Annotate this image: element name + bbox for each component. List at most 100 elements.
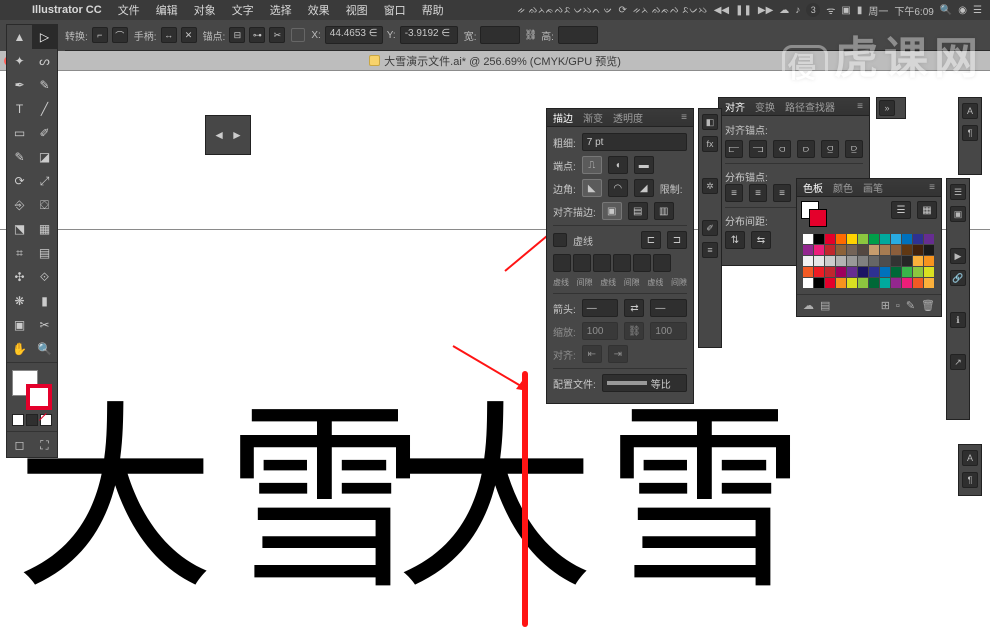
swatch-cell[interactable] [891, 234, 901, 244]
menu-view[interactable]: 视图 [338, 2, 376, 18]
tray-badge[interactable]: 3 [806, 3, 820, 17]
anchor-cut-icon[interactable]: ✂ [269, 27, 285, 43]
swatch-cell[interactable] [880, 245, 890, 255]
swatch-cell[interactable] [825, 234, 835, 244]
align-inside-icon[interactable]: ▤ [628, 202, 648, 220]
type-tool[interactable]: T [7, 97, 32, 121]
menu-type[interactable]: 文字 [224, 2, 262, 18]
swatch-cell[interactable] [869, 278, 879, 288]
draw-normal-icon[interactable]: ◻ [7, 433, 32, 457]
dash-preserve-icon[interactable]: ⊏ [641, 231, 661, 249]
swatch-cell[interactable] [913, 245, 923, 255]
tab-opacity[interactable]: 透明度 [613, 110, 643, 125]
swatch-cell[interactable] [858, 234, 868, 244]
perspective-tool[interactable]: ▦ [32, 217, 57, 241]
swatch-cell[interactable] [847, 245, 857, 255]
swatch-cell[interactable] [880, 278, 890, 288]
stroke-swatch[interactable] [26, 384, 52, 410]
tray-spotlight-icon[interactable]: 🔍 [940, 5, 952, 16]
align-right-icon[interactable]: ⫏ [773, 140, 791, 158]
dash-1[interactable] [553, 254, 571, 272]
dock-ico-actions[interactable]: ▶ [950, 248, 966, 264]
cap-proj-icon[interactable]: ▬ [634, 156, 654, 174]
menu-select[interactable]: 选择 [262, 2, 300, 18]
swatch-cell[interactable] [902, 234, 912, 244]
swatch-cell[interactable] [924, 234, 934, 244]
scale-link-icon[interactable]: ⛓ [624, 322, 644, 340]
swatch-cell[interactable] [880, 234, 890, 244]
swatch-cell[interactable] [924, 267, 934, 277]
rotate-tool[interactable]: ⟳ [7, 169, 32, 193]
symbol-sprayer-tool[interactable]: ❋ [7, 289, 32, 313]
dist-bottom-icon[interactable]: ≡ [773, 184, 791, 202]
dock-ico-char2[interactable]: A [962, 450, 978, 466]
tray-battery-icon[interactable]: ▮ [857, 5, 863, 16]
column-graph-tool[interactable]: ▮ [32, 289, 57, 313]
shape-builder-tool[interactable]: ⬔ [7, 217, 32, 241]
cap-round-icon[interactable]: ◖ [608, 156, 628, 174]
edit-swatch-icon[interactable]: ✎ [906, 299, 915, 312]
menu-edit[interactable]: 编辑 [148, 2, 186, 18]
swatch-fill-stroke[interactable] [801, 201, 827, 227]
swatch-cell[interactable] [891, 256, 901, 266]
align-center-icon[interactable]: ▣ [602, 202, 622, 220]
tray-next-icon[interactable]: ▶▶ [758, 5, 773, 16]
swatch-cell[interactable] [891, 245, 901, 255]
color-mode-icon[interactable] [12, 414, 24, 426]
tray-siri-icon[interactable]: ◉ [958, 5, 967, 16]
swatch-cell[interactable] [869, 267, 879, 277]
dist-vcenter-icon[interactable]: ≡ [749, 184, 767, 202]
panel-menu-icon[interactable]: ≡ [929, 182, 935, 193]
align-hcenter-icon[interactable]: ⫎ [749, 140, 767, 158]
fill-stroke-indicator[interactable] [12, 370, 52, 410]
dash-checkbox[interactable] [553, 233, 567, 247]
new-group-icon[interactable]: ⊞ [881, 299, 890, 312]
tray-prev-icon[interactable]: ◀◀ [714, 5, 729, 16]
gradient-mode-icon[interactable] [26, 414, 38, 426]
mini-arrow-right-icon[interactable]: ► [231, 128, 243, 142]
menu-help[interactable]: 帮助 [414, 2, 452, 18]
swatch-cell[interactable] [869, 234, 879, 244]
lasso-tool[interactable]: ᔕ [32, 49, 57, 73]
eraser-tool[interactable]: ◪ [32, 145, 57, 169]
link-wh-icon[interactable]: ⛓ [524, 30, 537, 41]
swatch-cell[interactable] [902, 256, 912, 266]
swatch-cell[interactable] [825, 278, 835, 288]
panel-menu-icon[interactable]: ≡ [681, 112, 687, 123]
swatch-grid[interactable] [801, 232, 937, 290]
align-vcenter-icon[interactable]: ⫑ [821, 140, 839, 158]
corner-miter-icon[interactable]: ◣ [582, 179, 602, 197]
rectangle-tool[interactable]: ▭ [7, 121, 32, 145]
swatch-cell[interactable] [902, 267, 912, 277]
dock-ico-appearance[interactable]: ◧ [702, 114, 718, 130]
swatch-cell[interactable] [880, 267, 890, 277]
arrow-end[interactable]: — [650, 299, 687, 317]
swatch-cell[interactable] [902, 245, 912, 255]
h-field[interactable] [558, 26, 598, 44]
swatch-cell[interactable] [858, 267, 868, 277]
free-transform-tool[interactable]: ⛋ [32, 193, 57, 217]
align-tip-icon[interactable]: ⇤ [582, 345, 602, 363]
tray-wifi-icon[interactable]: ᯤ [826, 3, 835, 17]
dock-ico-collapse[interactable]: » [879, 100, 895, 116]
align-outside-icon[interactable]: ▥ [654, 202, 674, 220]
dash-2[interactable] [593, 254, 611, 272]
y-field[interactable]: -3.9192 ∈ [400, 26, 458, 44]
corner-round-icon[interactable]: ◠ [608, 179, 628, 197]
swatch-cell[interactable] [913, 267, 923, 277]
swatch-cell[interactable] [814, 278, 824, 288]
swatch-cell[interactable] [847, 278, 857, 288]
delete-swatch-icon[interactable]: 🗑 [921, 299, 935, 312]
swatch-cell[interactable] [825, 267, 835, 277]
swatch-cell[interactable] [880, 256, 890, 266]
swatch-cell[interactable] [913, 256, 923, 266]
align-top-icon[interactable]: ⫐ [797, 140, 815, 158]
weight-field[interactable]: 7 pt [582, 133, 687, 151]
swatch-cell[interactable] [803, 267, 813, 277]
arrow-swap-icon[interactable]: ⇄ [624, 299, 644, 317]
profile-field[interactable]: 等比 [602, 374, 687, 392]
align-past-icon[interactable]: ⇥ [608, 345, 628, 363]
tab-brushes[interactable]: 画笔 [863, 180, 883, 195]
anchor-remove-icon[interactable]: ⊟ [229, 27, 245, 43]
app-name[interactable]: Illustrator CC [24, 4, 110, 16]
